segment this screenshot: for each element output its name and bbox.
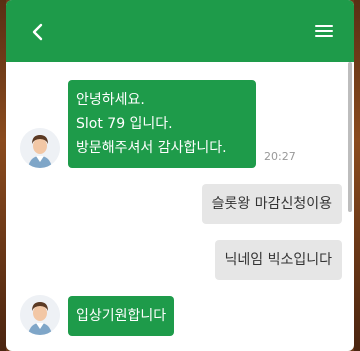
message-line: Slot 79 입니다. (76, 116, 173, 132)
message-bubble-incoming: 입상기원합니다 (68, 296, 175, 336)
message-timestamp: 20:27 (264, 150, 296, 163)
message-bubble-incoming: 안녕하세요. Slot 79 입니다. 방문해주셔서 감사합니다. (68, 80, 256, 168)
back-button[interactable] (26, 20, 50, 44)
message-text: 입상기원합니다 (76, 308, 167, 324)
person-icon (20, 295, 60, 335)
person-icon (20, 128, 60, 168)
message-bubble-outgoing: 슬롯왕 마감신청이용 (201, 184, 342, 224)
chat-panel: 안녕하세요. Slot 79 입니다. 방문해주셔서 감사합니다. 20:27 … (6, 0, 354, 351)
hamburger-menu-icon (312, 25, 336, 37)
background-right (354, 0, 360, 351)
message-line: 안녕하세요. (76, 92, 145, 108)
message-text: 슬롯왕 마감신청이용 (211, 196, 332, 212)
agent-avatar (20, 295, 60, 335)
chat-area: 안녕하세요. Slot 79 입니다. 방문해주셔서 감사합니다. 20:27 … (6, 62, 354, 351)
chevron-left-icon (32, 23, 43, 41)
agent-avatar (20, 128, 60, 168)
chat-header (6, 0, 354, 62)
message-text: 닉네임 빅소입니다 (224, 252, 333, 268)
menu-button[interactable] (312, 22, 336, 42)
message-line: 방문해주셔서 감사합니다. (76, 140, 227, 156)
message-bubble-outgoing: 닉네임 빅소입니다 (214, 240, 342, 280)
